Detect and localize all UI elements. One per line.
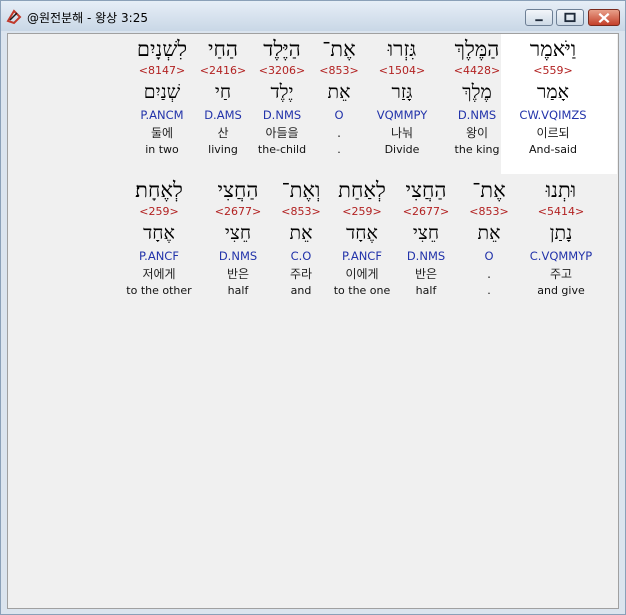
strong-number: <2677>: [214, 205, 262, 218]
minimize-icon: [535, 19, 543, 22]
app-logo-icon: [6, 9, 22, 25]
word-column[interactable]: לִשְׁנָיִם <8147> שְׁנַיִם P.ANCM 둘에 in two: [122, 36, 202, 156]
word-column[interactable]: לְאֶחָת׃ <259> אֶחָד P.ANCF 저에게 to the other: [119, 177, 199, 297]
english-gloss: And-said: [529, 143, 577, 156]
korean-gloss: 주고: [549, 267, 573, 281]
maximize-button[interactable]: [556, 9, 584, 26]
hebrew-word: לִשְׁנָיִם: [136, 37, 188, 61]
english-gloss: the king: [454, 143, 500, 156]
root-word: חֵצִי: [224, 222, 252, 244]
hebrew-word: הַמֶּלֶךְ: [454, 37, 500, 61]
root-word: מֶלֶךְ: [462, 81, 492, 103]
parsing-code: D.NMS: [218, 249, 258, 263]
strong-number: <8147>: [138, 64, 186, 77]
word-column[interactable]: הַמֶּלֶךְ <4428> מֶלֶךְ D.NMS 왕이 the king: [437, 36, 517, 156]
parsing-code: CW.VQIMZS: [519, 108, 587, 122]
word-column[interactable]: וּתְנוּ <5414> נָתַן C.VQMMYP 주고 and give: [521, 177, 601, 297]
root-word: שְׁנַיִם: [143, 81, 181, 103]
root-word: נָתַן: [549, 222, 573, 244]
strong-number: <5414>: [537, 205, 585, 218]
root-word: אָמַר: [537, 81, 569, 103]
parsing-code: P.ANCM: [140, 108, 184, 122]
minimize-button[interactable]: [525, 9, 553, 26]
parsing-code: P.ANCF: [139, 249, 179, 263]
hebrew-word: לְאֶחָת׃: [135, 178, 183, 202]
korean-gloss: 이르되: [536, 126, 570, 140]
word-column[interactable]: וַיֹּאמֶר <559> אָמַר CW.VQIMZS 이르되 And-said: [513, 36, 593, 156]
hebrew-word: וּתְנוּ: [545, 178, 577, 202]
hebrew-word: הַחֲצִי: [217, 178, 259, 202]
korean-gloss: 저에게: [142, 267, 176, 281]
english-gloss: in two: [145, 143, 179, 156]
title-bar[interactable]: @원전분해 - 왕상 3:25: [1, 1, 625, 31]
close-button[interactable]: [588, 9, 620, 26]
english-gloss: half: [227, 284, 249, 297]
app-window: @원전분해 - 왕상 3:25 וַיֹּאמֶר <559> אָמַר CW.VQ…: [0, 0, 626, 615]
strong-number: <559>: [533, 64, 573, 77]
english-gloss: and give: [537, 284, 585, 297]
hebrew-word: וַיֹּאמֶר: [529, 37, 577, 61]
word-column[interactable]: הַחֲצִי <2677> חֵצִי D.NMS 반은 half: [198, 177, 278, 297]
interlinear-panel: וַיֹּאמֶר <559> אָמַר CW.VQIMZS 이르되 And-said ה…: [7, 33, 619, 609]
strong-number: <259>: [139, 205, 179, 218]
korean-gloss: 반은: [226, 267, 250, 281]
english-gloss: to the other: [126, 284, 192, 297]
maximize-icon: [564, 12, 576, 23]
strong-number: <4428>: [453, 64, 501, 77]
close-icon: [598, 12, 610, 24]
window-title: @원전분해 - 왕상 3:25: [27, 11, 148, 25]
korean-gloss: 둘에: [150, 126, 174, 140]
korean-gloss: 왕이: [465, 126, 489, 140]
root-word: אֶחָד: [143, 222, 175, 244]
parsing-code: C.VQMMYP: [529, 249, 593, 263]
parsing-code: D.NMS: [457, 108, 497, 122]
